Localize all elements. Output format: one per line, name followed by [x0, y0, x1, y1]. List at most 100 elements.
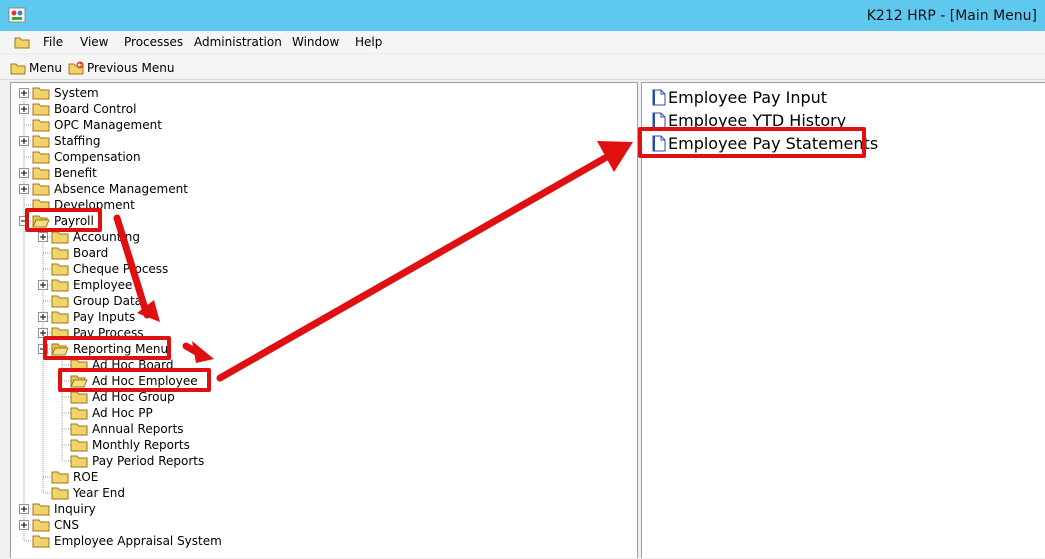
menu-processes[interactable]: Processes	[124, 35, 183, 49]
expand-plus-icon[interactable]	[38, 280, 48, 290]
menu-bar: File View Processes Administration Windo…	[0, 31, 1045, 53]
expand-plus-icon[interactable]	[19, 136, 29, 146]
tree-item-year-end[interactable]: Year End	[51, 485, 125, 501]
folder-icon	[32, 503, 50, 516]
folder-icon	[14, 37, 30, 49]
expand-plus-icon[interactable]	[19, 104, 29, 114]
tree-item-label: CNS	[54, 518, 79, 532]
tree-item-label: Group Data	[73, 294, 142, 308]
tree-item-label: Board Control	[54, 102, 137, 116]
folder-icon	[10, 63, 26, 74]
tree-item-label: Annual Reports	[92, 422, 184, 436]
tree-item-board[interactable]: Board	[51, 245, 108, 261]
expand-plus-icon[interactable]	[19, 520, 29, 530]
highlight-payroll	[25, 208, 102, 232]
folder-back-icon	[68, 61, 84, 75]
tree-item-absence-management[interactable]: Absence Management	[19, 181, 188, 197]
tree-item-monthly-reports[interactable]: Monthly Reports	[70, 437, 190, 453]
tree-item-annual-reports[interactable]: Annual Reports	[70, 421, 184, 437]
folder-icon	[32, 183, 50, 196]
menu-view[interactable]: View	[80, 35, 108, 49]
tree-item-label: System	[54, 86, 99, 100]
tree-item-inquiry[interactable]: Inquiry	[19, 501, 96, 517]
tree-item-opc-management[interactable]: OPC Management	[32, 117, 162, 133]
tree-item-board-control[interactable]: Board Control	[19, 101, 136, 117]
tree-item-label: Benefit	[54, 166, 97, 180]
folder-icon	[51, 279, 69, 292]
tree-item-employee[interactable]: Employee	[38, 277, 132, 293]
tree-item-label: Ad Hoc PP	[92, 406, 153, 420]
folder-icon	[32, 135, 50, 148]
list-item-label: Employee Pay Input	[668, 87, 828, 107]
menu-administration[interactable]: Administration	[194, 35, 282, 49]
tree-item-label: ROE	[73, 470, 99, 484]
expand-plus-icon[interactable]	[19, 504, 29, 514]
tree-item-label: Accounting	[73, 230, 141, 244]
document-icon	[652, 89, 666, 105]
tree-item-label: Pay Inputs	[73, 310, 136, 324]
tree-item-label: OPC Management	[54, 118, 162, 132]
expand-plus-icon[interactable]	[19, 168, 29, 178]
tree-item-label: Cheque Process	[73, 262, 169, 276]
tree-item-system[interactable]: System	[19, 85, 99, 101]
menu-window[interactable]: Window	[292, 35, 339, 49]
expand-plus-icon[interactable]	[38, 312, 48, 322]
highlight-reporting-menu	[43, 336, 171, 360]
highlight-employee-pay-statements	[638, 127, 866, 158]
tree-item-pay-inputs[interactable]: Pay Inputs	[38, 309, 135, 325]
folder-icon	[70, 407, 88, 420]
folder-icon	[32, 519, 50, 532]
tree-item-label: Pay Period Reports	[92, 454, 205, 468]
expand-plus-icon[interactable]	[19, 184, 29, 194]
title-bar: K212 HRP - [Main Menu]	[0, 0, 1045, 31]
folder-icon	[32, 167, 50, 180]
tree-item-staffing[interactable]: Staffing	[19, 133, 101, 149]
folder-icon	[70, 439, 88, 452]
folder-icon	[51, 471, 69, 484]
folder-icon	[32, 119, 50, 132]
folder-icon	[51, 487, 69, 500]
previous-menu-label: Previous Menu	[87, 61, 175, 75]
tree-item-label: Year End	[73, 486, 126, 500]
tree-item-pay-period-reports[interactable]: Pay Period Reports	[70, 453, 204, 469]
menu-button[interactable]: Menu	[10, 59, 62, 77]
tree-item-cns[interactable]: CNS	[19, 517, 79, 533]
previous-menu-button[interactable]: Previous Menu	[68, 59, 174, 77]
menu-tree[interactable]: System Board Control OPC Management Staf…	[10, 82, 638, 558]
tree-item-benefit[interactable]: Benefit	[19, 165, 97, 181]
menu-help[interactable]: Help	[355, 35, 382, 49]
folder-icon	[70, 423, 88, 436]
menu-file[interactable]: File	[43, 35, 63, 49]
highlight-ad-hoc-employee	[58, 368, 211, 392]
list-item-employee-pay-input[interactable]: Employee Pay Input	[652, 86, 827, 108]
folder-icon	[32, 103, 50, 116]
tree-item-compensation[interactable]: Compensation	[32, 149, 141, 165]
expand-plus-icon[interactable]	[19, 88, 29, 98]
document-icon	[652, 112, 666, 128]
folder-icon	[51, 231, 69, 244]
folder-icon	[70, 455, 88, 468]
folder-icon	[32, 535, 50, 548]
folder-icon	[51, 263, 69, 276]
tree-item-group-data[interactable]: Group Data	[51, 293, 142, 309]
tree-item-label: Staffing	[54, 134, 101, 148]
tree-item-label: Inquiry	[54, 502, 96, 516]
folder-icon	[32, 151, 50, 164]
tree-item-ad-hoc-pp[interactable]: Ad Hoc PP	[70, 405, 153, 421]
expand-plus-icon[interactable]	[38, 232, 48, 242]
tree-item-label: Employee	[73, 278, 133, 292]
tree-item-label: Absence Management	[54, 182, 188, 196]
tree-item-employee-appraisal-system[interactable]: Employee Appraisal System	[32, 533, 222, 549]
app-icon[interactable]	[8, 7, 26, 23]
tree-item-label: Compensation	[54, 150, 141, 164]
tree-item-cheque-process[interactable]: Cheque Process	[51, 261, 168, 277]
tree-item-label: Monthly Reports	[92, 438, 190, 452]
tree-item-label: Ad Hoc Group	[92, 390, 175, 404]
folder-icon	[51, 311, 69, 324]
folder-icon	[51, 247, 69, 260]
tree-item-roe[interactable]: ROE	[51, 469, 98, 485]
menu-button-label: Menu	[29, 61, 62, 75]
folder-icon	[32, 87, 50, 100]
tree-item-label: Board	[73, 246, 109, 260]
folder-icon	[70, 391, 88, 404]
